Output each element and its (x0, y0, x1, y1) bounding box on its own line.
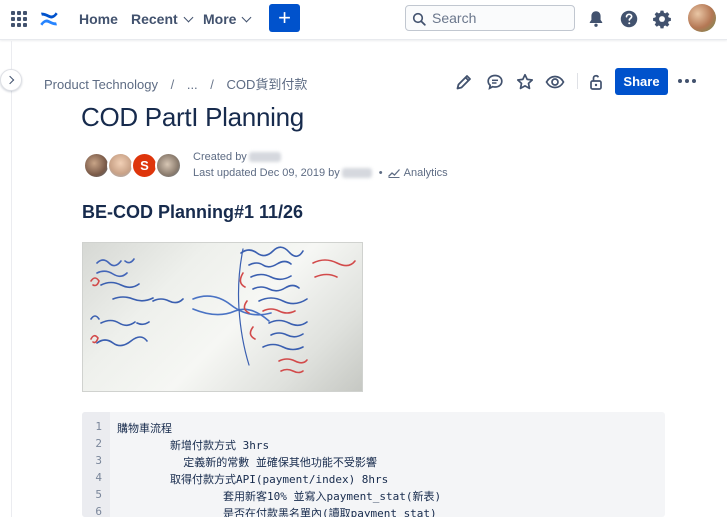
gear-icon[interactable] (651, 8, 673, 30)
expand-sidebar-button[interactable] (0, 69, 22, 91)
page-byline: Created by Last updated Dec 09, 2019 by •… (193, 149, 448, 181)
nav-more[interactable]: More (203, 11, 252, 27)
nav-home[interactable]: Home (79, 11, 118, 27)
whiteboard-photo[interactable] (82, 242, 363, 392)
avatar[interactable] (155, 152, 182, 179)
code-text: 新增付款方式 3hrs (117, 439, 270, 452)
sidebar-strip (0, 41, 12, 517)
top-navigation: Home Recent More + (0, 0, 727, 40)
nav-recent-label: Recent (131, 11, 178, 27)
created-by-label: Created by (193, 151, 247, 163)
create-button[interactable]: + (269, 4, 300, 32)
code-line: 2 新增付款方式 3hrs (82, 437, 665, 454)
code-line: 5 套用新客10% 並寫入payment_stat(新表) (82, 488, 665, 505)
comment-icon[interactable] (485, 72, 505, 92)
breadcrumb-item-ellipsis[interactable]: ... (187, 77, 198, 92)
code-line: 1 購物車流程 (82, 420, 665, 437)
code-line: 4 取得付款方式API(payment/index) 8hrs (82, 471, 665, 488)
breadcrumb-item-product-technology[interactable]: Product Technology (44, 77, 158, 92)
avatar[interactable] (83, 152, 110, 179)
share-button[interactable]: Share (615, 68, 668, 95)
analytics-link[interactable]: Analytics (404, 167, 448, 179)
confluence-logo-icon[interactable] (38, 8, 60, 30)
nav-more-label: More (203, 11, 237, 27)
code-text: 定義新的常數 並確保其他功能不受影響 (117, 456, 377, 469)
redacted-author-name[interactable] (248, 152, 281, 163)
avatar[interactable]: S (131, 152, 158, 179)
help-icon[interactable] (618, 8, 640, 30)
code-text: 購物車流程 (117, 422, 172, 435)
user-avatar[interactable] (688, 4, 716, 32)
action-divider (577, 73, 578, 89)
code-text: 取得付款方式API(payment/index) 8hrs (117, 473, 389, 486)
line-number: 1 (95, 420, 102, 433)
nav-recent[interactable]: Recent (131, 11, 194, 27)
star-icon[interactable] (515, 72, 535, 92)
bell-icon[interactable] (585, 8, 607, 30)
pencil-icon[interactable] (454, 72, 474, 92)
line-number: 6 (95, 505, 102, 517)
search-icon (412, 12, 426, 26)
eye-icon[interactable] (545, 72, 565, 92)
redacted-editor-name[interactable] (341, 168, 372, 179)
search-input[interactable] (432, 9, 570, 27)
chevron-down-icon (183, 12, 194, 23)
analytics-icon (387, 169, 400, 179)
code-text: 是否在付款黑名單內(讀取payment_stat) (117, 507, 437, 517)
unlock-icon[interactable] (586, 72, 606, 92)
whiteboard-scribbles (90, 246, 356, 374)
avatar[interactable] (107, 152, 134, 179)
chevron-down-icon (242, 12, 252, 23)
code-text: 套用新客10% 並寫入payment_stat(新表) (117, 490, 442, 503)
code-line: 6 是否在付款黑名單內(讀取payment_stat) (82, 505, 665, 517)
search-box[interactable] (405, 5, 575, 31)
breadcrumb: Product Technology / ... / COD貨到付款 (44, 74, 316, 93)
line-number: 4 (95, 471, 102, 484)
breadcrumb-separator: / (210, 77, 214, 92)
contributor-avatars[interactable]: S (83, 152, 187, 182)
apps-grid-icon[interactable] (10, 10, 28, 28)
breadcrumb-separator: / (170, 77, 175, 92)
more-dots-icon[interactable] (678, 79, 696, 83)
breadcrumb-item-cod[interactable]: COD貨到付款 (227, 77, 308, 92)
bullet-separator: • (378, 167, 383, 179)
section-heading: BE-COD Planning#1 11/26 (82, 202, 304, 222)
code-line: 3 定義新的常數 並確保其他功能不受影響 (82, 454, 665, 471)
code-block[interactable]: 1 購物車流程 2 新增付款方式 3hrs 3 定義新的常數 並確保其他功能不受影響 4… (82, 412, 665, 517)
line-number: 5 (95, 488, 102, 501)
created-by-line: Created by (193, 149, 448, 165)
line-number: 2 (95, 437, 102, 450)
page-title: COD PartI Planning (81, 102, 304, 132)
line-number: 3 (95, 454, 102, 467)
last-updated-label[interactable]: Last updated Dec 09, 2019 by (193, 167, 340, 179)
last-updated-line: Last updated Dec 09, 2019 by • Analytics (193, 165, 448, 181)
